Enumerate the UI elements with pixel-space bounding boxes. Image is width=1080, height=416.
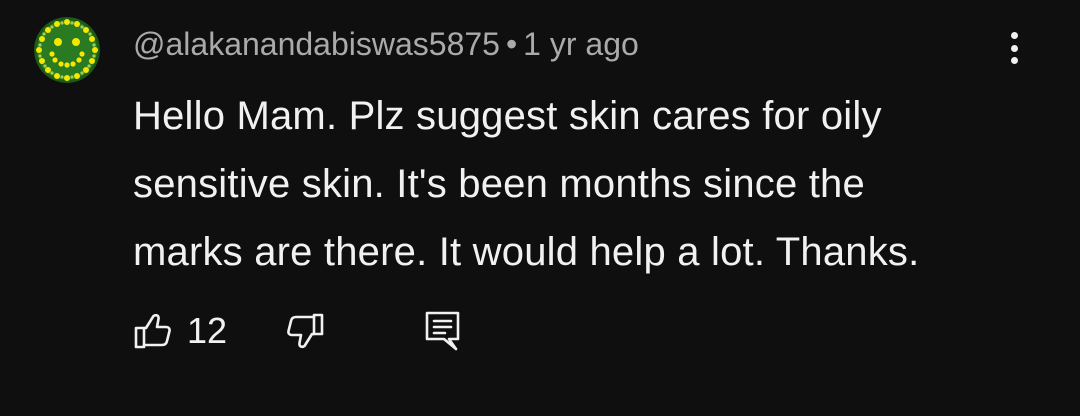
comment-actions: 12 — [133, 307, 463, 355]
meta-separator: • — [505, 26, 518, 62]
like-button[interactable]: 12 — [133, 310, 227, 352]
thumbs-up-icon — [134, 313, 171, 349]
reply-comment-icon — [425, 311, 460, 351]
dislike-button[interactable] — [285, 311, 325, 351]
comment-meta: @alakanandabiswas5875 • 1 yr ago — [133, 24, 639, 64]
comment-text-line: sensitive skin. It's been months since t… — [133, 162, 865, 206]
thumbs-down-icon — [287, 313, 324, 349]
more-vertical-icon[interactable] — [998, 28, 1030, 68]
comment-timestamp[interactable]: 1 yr ago — [523, 26, 639, 62]
comment-text-line: marks are there. It would help a lot. Th… — [133, 230, 920, 274]
more-dot — [1010, 44, 1018, 52]
avatar[interactable] — [34, 17, 100, 83]
more-dot — [1010, 57, 1018, 64]
comment-text: Hello Mam. Plz suggest skin cares for oi… — [133, 82, 1033, 286]
smiley-flower-avatar-icon — [34, 17, 100, 83]
like-count: 12 — [187, 310, 228, 351]
comment: @alakanandabiswas5875 • 1 yr ago Hello Mam… — [0, 0, 1080, 416]
reply-button[interactable] — [423, 309, 463, 353]
comment-text-line: Hello Mam. Plz suggest skin cares for oi… — [133, 94, 882, 138]
author-handle[interactable]: @alakanandabiswas5875 — [133, 26, 500, 62]
more-dot — [1010, 32, 1018, 39]
